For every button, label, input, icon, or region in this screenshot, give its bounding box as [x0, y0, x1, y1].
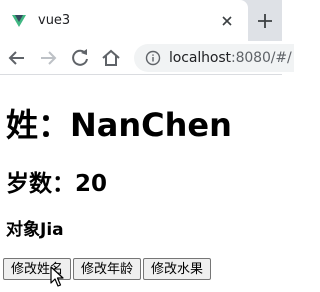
browser-tab[interactable]: vue3	[0, 0, 248, 41]
url-text: localhost:8080/#/	[169, 50, 292, 66]
name-heading: 姓：NanChen	[6, 106, 232, 144]
reload-icon[interactable]	[68, 46, 92, 70]
mouse-pointer-icon	[50, 266, 64, 287]
arrow-right-icon[interactable]	[36, 46, 60, 70]
arrow-left-icon[interactable]	[5, 46, 29, 70]
page-content: 姓：NanChen 岁数：20 对象Jia 修改姓名 修改年龄 修改水果	[0, 76, 282, 292]
home-icon[interactable]	[99, 46, 123, 70]
info-icon[interactable]	[145, 50, 161, 66]
change-fruit-button[interactable]: 修改水果	[143, 258, 211, 280]
address-bar[interactable]: localhost:8080/#/	[134, 44, 294, 72]
tab-strip: vue3	[0, 0, 282, 41]
plus-icon[interactable]	[253, 9, 277, 33]
age-heading: 岁数：20	[6, 171, 108, 197]
close-icon[interactable]	[217, 11, 237, 31]
change-age-button[interactable]: 修改年龄	[73, 258, 141, 280]
browser-toolbar: localhost:8080/#/	[0, 41, 294, 75]
url-host: localhost	[169, 50, 231, 66]
tab-title: vue3	[38, 13, 71, 28]
object-heading: 对象Jia	[6, 220, 64, 240]
url-path: :8080/#/	[230, 50, 292, 66]
vue-logo-icon	[12, 15, 26, 27]
